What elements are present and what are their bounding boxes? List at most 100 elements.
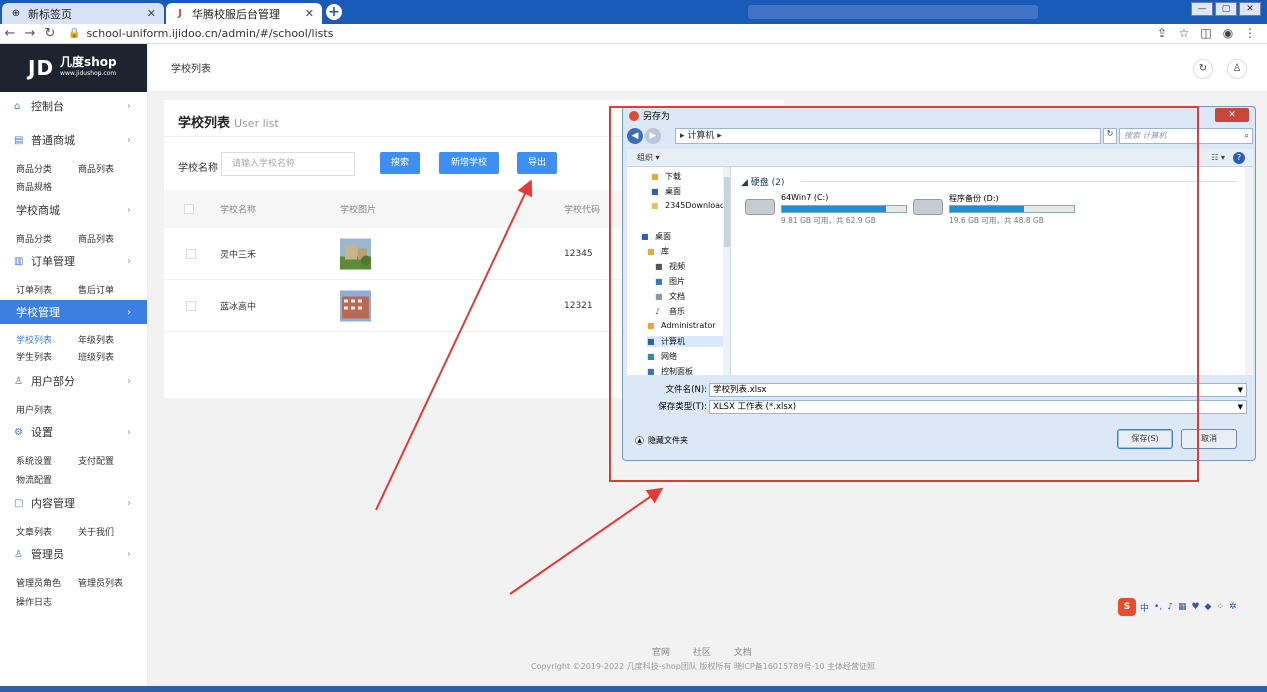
menu-link[interactable]: 物流配置 — [16, 473, 78, 486]
menu-row-shop-spec: 商品规格 — [16, 180, 78, 193]
menu-link[interactable]: 关于我们 — [78, 525, 140, 538]
menu-link[interactable]: 商品列表 — [78, 162, 140, 175]
skin-icon[interactable]: ♥ — [1191, 602, 1199, 612]
menu-link[interactable]: 订单列表 — [16, 283, 78, 296]
add-school-button[interactable]: 新增学校 — [439, 152, 499, 174]
menu-link[interactable]: 支付配置 — [78, 454, 140, 467]
menu-link[interactable]: 操作日志 — [16, 595, 78, 608]
menu-link[interactable]: 用户列表 — [16, 403, 78, 416]
close-icon[interactable]: ✕ — [305, 7, 314, 20]
sidebar-item-settings[interactable]: ⚙ 设置 › — [0, 420, 147, 444]
gear-icon: ⚙ — [14, 426, 23, 438]
help-icon[interactable]: ? — [1233, 152, 1245, 164]
menu-link[interactable]: 商品规格 — [16, 180, 78, 193]
search-label: 学校名称 — [178, 163, 218, 174]
mic-icon[interactable]: ♪ — [1167, 602, 1173, 612]
copyright: Copyright ©2019-2022 几度科技-shop团队 版权所有 晓I… — [531, 662, 876, 671]
refresh-icon[interactable]: ↻ — [1193, 59, 1213, 79]
search-input[interactable]: 请输入学校名称 — [221, 152, 355, 176]
view-icon[interactable]: ☷ ▾ — [1211, 149, 1225, 167]
menu-link[interactable]: 商品分类 — [16, 232, 78, 245]
content-icon: ▢ — [14, 497, 24, 509]
reload-icon[interactable]: ↻ — [40, 26, 60, 41]
url-field[interactable]: 🔒 school-uniform.ijidoo.cn/admin/#/schoo… — [68, 27, 333, 40]
menu-link[interactable]: 商品分类 — [16, 162, 78, 175]
menu-link[interactable]: 系统设置 — [16, 454, 78, 467]
avatar-icon[interactable]: ♙ — [1227, 59, 1247, 79]
close-icon[interactable]: ✕ — [147, 7, 156, 20]
settings-icon[interactable]: ✲ — [1229, 602, 1237, 612]
grid-icon[interactable]: ⁘ — [1216, 602, 1224, 612]
sidebar-item-school-mgmt[interactable]: 学校管理 › — [0, 300, 147, 324]
header-title: 学校列表 — [171, 64, 211, 75]
menu-link-school-list[interactable]: 学校列表 — [16, 333, 78, 346]
sidebar-item-admin[interactable]: ♙ 管理员 › — [0, 542, 147, 566]
sidebar: JD 几度shop www.jidushop.com ⌂ 控制台 › ▤ 普通商… — [0, 44, 148, 692]
menu-link[interactable]: 管理员角色 — [16, 576, 78, 589]
menu-link[interactable]: 年级列表 — [78, 333, 140, 346]
menu-row-settings-2: 物流配置 — [16, 473, 78, 486]
back-icon[interactable]: ← — [0, 26, 20, 41]
menu-row-orders: 订单列表 售后订单 — [16, 283, 140, 296]
sogou-logo-icon[interactable]: S — [1118, 598, 1136, 616]
sidebar-item-content[interactable]: ▢ 内容管理 › — [0, 491, 147, 515]
menu-row-shop: 商品分类 商品列表 — [16, 162, 140, 175]
punctuation-icon[interactable]: •, — [1154, 602, 1162, 612]
select-all-checkbox[interactable] — [184, 204, 194, 214]
chevron-right-icon: › — [127, 375, 131, 387]
ime-mode[interactable]: 中 — [1140, 601, 1149, 614]
star-icon[interactable]: ☆ — [1173, 26, 1195, 40]
menu-link[interactable]: 学生列表 — [16, 350, 78, 363]
footer-link[interactable]: 官网 — [652, 648, 670, 658]
sidebar-item-users[interactable]: ♙ 用户部分 › — [0, 369, 147, 393]
shop-icon: ▤ — [14, 134, 24, 146]
browser-tab-admin[interactable]: J 华腾校服后台管理 ✕ — [166, 3, 322, 24]
chevron-down-icon: ▼ — [1237, 403, 1243, 411]
row-checkbox[interactable] — [186, 300, 196, 311]
chevron-right-icon: › — [127, 100, 131, 112]
site-logo-icon: J — [178, 8, 182, 19]
menu-row-school-2: 学生列表 班级列表 — [16, 350, 140, 363]
column-header: 学校名称 — [220, 205, 257, 216]
dialog-close-button[interactable]: ✕ — [1215, 108, 1249, 122]
sidepanel-icon[interactable]: ◫ — [1195, 26, 1217, 40]
menu-link[interactable]: 文章列表 — [16, 525, 78, 538]
school-image — [340, 290, 371, 321]
address-bar: ← → ↻ 🔒 school-uniform.ijidoo.cn/admin/#… — [0, 24, 1267, 44]
school-code: 12321 — [564, 300, 593, 311]
close-window-icon[interactable]: ✕ — [1239, 2, 1261, 16]
export-button[interactable]: 导出 — [517, 152, 557, 174]
menu-link[interactable]: 班级列表 — [78, 350, 140, 363]
chevron-down-icon: ▼ — [1237, 386, 1243, 394]
sidebar-item-shop[interactable]: ▤ 普通商城 › — [0, 128, 147, 152]
sidebar-item-dashboard[interactable]: ⌂ 控制台 › — [0, 94, 147, 118]
column-header: 学校图片 — [340, 205, 377, 216]
menu-link[interactable]: 售后订单 — [78, 283, 140, 296]
game-icon[interactable]: ◆ — [1205, 602, 1212, 612]
minimize-icon[interactable]: — — [1191, 2, 1213, 16]
chevron-right-icon: › — [127, 497, 131, 509]
search-button[interactable]: 搜索 — [380, 152, 420, 174]
file-pane-scrollbar[interactable] — [1245, 167, 1253, 375]
row-checkbox[interactable] — [186, 248, 196, 259]
profile-icon[interactable]: ◉ — [1217, 26, 1239, 40]
footer-link[interactable]: 文档 — [734, 648, 752, 658]
share-icon[interactable]: ⇪ — [1151, 26, 1173, 40]
taskbar-thumbnails — [748, 5, 1038, 19]
footer-link[interactable]: 社区 — [693, 648, 711, 658]
menu-link[interactable]: 商品列表 — [78, 232, 140, 245]
forward-icon[interactable]: → — [20, 26, 40, 41]
menu-link[interactable]: 管理员列表 — [78, 576, 140, 589]
new-tab-button[interactable]: + — [326, 4, 342, 20]
school-name: 蓝冰高中 — [220, 302, 257, 312]
keyboard-icon[interactable]: ▦ — [1178, 602, 1187, 612]
sidebar-item-orders[interactable]: ▥ 订单管理 › — [0, 249, 147, 273]
logo: JD 几度shop www.jidushop.com — [0, 44, 147, 92]
menu-icon[interactable]: ⋮ — [1239, 26, 1261, 40]
arrow-to-dialog — [509, 487, 664, 595]
chevron-right-icon: › — [127, 255, 131, 267]
maximize-icon[interactable]: ▢ — [1215, 2, 1237, 16]
browser-tab-newtab[interactable]: ⊕ 新标签页 ✕ — [2, 3, 164, 24]
sidebar-item-school-shop[interactable]: 学校商城 › — [0, 198, 147, 222]
chevron-right-icon: › — [127, 204, 131, 216]
